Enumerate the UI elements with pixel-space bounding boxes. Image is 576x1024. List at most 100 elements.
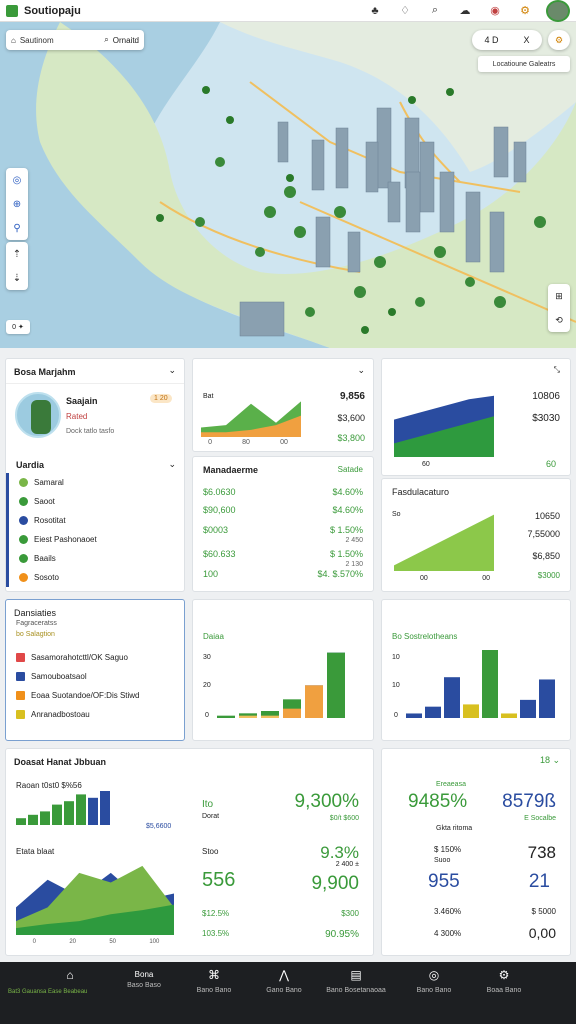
kpi-w-1: 3.460% [434, 907, 462, 916]
nav-item-home[interactable]: ⌂ [40, 969, 100, 986]
bar [40, 811, 50, 825]
app-logo-icon [6, 4, 18, 17]
list-item[interactable]: Sasamorahotcttl/OK Saguo [6, 648, 184, 667]
chevron-down-icon[interactable]: ⌄ [357, 365, 365, 376]
bar [283, 708, 301, 718]
map-left-controls[interactable]: ◎ ⊕ ⚲ [6, 168, 28, 240]
search-icon[interactable]: ⌕ [104, 35, 108, 45]
list-item[interactable]: Sosoto [9, 568, 184, 587]
metric-sub-1: $3,600 [337, 413, 365, 423]
city-map[interactable]: ⌂ Sautinom ⌕ Ornaitd 4 D X ⚙ Locatioune … [0, 22, 576, 348]
kpi-mid-2: Suoo [434, 857, 451, 864]
compass-icon[interactable]: ⊕ [13, 192, 21, 216]
summary-right-f: $300 [341, 909, 359, 918]
list-item[interactable]: Anranadbostoau [6, 705, 184, 724]
list-item[interactable]: Samouboatsaol [6, 667, 184, 686]
profile-tag: Rated [66, 412, 88, 421]
metric-sub-4: 2 130 [345, 561, 363, 568]
map-zoom-controls[interactable]: ⇡ ⇣ [6, 242, 28, 290]
settings-icon[interactable]: ⚙ [514, 1, 536, 21]
metric-sub-3: $3000 [537, 571, 560, 580]
nav-item-4[interactable]: ▤ Bano Bosetanaoaa [326, 969, 386, 996]
expand-icon[interactable]: ⊞ [555, 291, 563, 302]
summary-left-a: Ito [202, 799, 214, 810]
search-icon[interactable]: ⌕ [424, 1, 446, 21]
summary-section-label: Etata blaat [16, 847, 55, 856]
map-view-controls[interactable]: 4 D X [472, 30, 542, 50]
profile-badge: 1 20 [150, 394, 172, 403]
map-close-button[interactable]: X [523, 35, 529, 45]
summary-link[interactable]: $5,6600 [146, 823, 171, 830]
nav-item-6[interactable]: ⚙ Boaa Bano [474, 968, 534, 996]
bar [482, 650, 498, 718]
profile-items: Samaral Saoot Rosotitat Eiest Pashonaoet… [6, 473, 184, 587]
map-right-controls[interactable]: ⊞ ⟲ [548, 284, 570, 332]
metric-left-2: $90,600 [203, 505, 236, 515]
kpi-value-3: 955 [428, 871, 460, 892]
metric-value: 9,856 [339, 391, 365, 402]
bar-chart-2 [406, 650, 555, 718]
ytick: 20 [203, 682, 211, 689]
user-avatar[interactable] [546, 0, 570, 22]
map-3d-toggle[interactable]: 4 D [484, 35, 498, 45]
map-scale: 0 ✦ [6, 320, 30, 334]
nav-item-5[interactable]: ◎ Bano Bano [404, 969, 464, 996]
nav-item-1[interactable]: Bona Baso Baso [114, 970, 174, 991]
locate-icon[interactable]: ◎ [13, 168, 22, 192]
metric-value: 10806 [532, 391, 560, 402]
category-icon [16, 653, 25, 662]
summary-left-e: $12.5% [202, 909, 230, 918]
pin-icon[interactable]: ⚲ [13, 216, 20, 240]
nav-item-2[interactable]: ⌘ Bano Bano [184, 969, 244, 996]
chevron-down-icon[interactable]: ⌄ [168, 365, 176, 376]
category-icon [16, 691, 25, 700]
tree-icon[interactable]: ♣ [364, 1, 386, 21]
rotate-icon[interactable]: ⟲ [555, 315, 563, 326]
bar [239, 715, 257, 718]
nav-status: Bat3 Gauansa Ease Beabeau [8, 989, 88, 995]
layers-icon[interactable]: ◉ [484, 1, 506, 21]
kpi-dropdown[interactable]: 18 ⌄ [540, 755, 560, 766]
area-chart-ticks: 0 80 00 [208, 439, 288, 446]
map-search-bar[interactable]: ⌂ Sautinom ⌕ Ornaitd [6, 30, 144, 50]
bar [406, 713, 422, 718]
summary-bar-chart [16, 791, 110, 825]
summary-left-f: 103.5% [202, 929, 230, 938]
area-chart-card-1: Bat ⌄ 0 80 00 9,856 $3,600 $3,800 [192, 358, 374, 452]
zoom-in-icon[interactable]: ⇡ [13, 242, 21, 266]
map-search-action[interactable]: Ornaitd [113, 36, 139, 45]
list-item[interactable]: Rosotitat [9, 511, 184, 530]
map-location-banner[interactable]: Locatioune Galeatrs [478, 56, 570, 72]
status-dot-icon [19, 497, 28, 506]
profile-name: Saajain [66, 396, 98, 406]
map-search-input[interactable]: Sautinom [20, 36, 100, 45]
bar [444, 677, 460, 718]
metric-sub-2: 60 [545, 459, 556, 469]
list-item[interactable]: Eoaa Suotandoe/OF:Dis Stiwd [6, 686, 184, 705]
bar-chart-card-1: Daiaa 30 20 0 [192, 599, 374, 741]
bar-chart-2-title: Bo Sostrelotheans [392, 632, 458, 641]
bell-icon[interactable]: ♢ [394, 1, 416, 21]
bar [64, 801, 74, 825]
nav-item-3[interactable]: ⋀ Gano Bano [254, 969, 314, 996]
kpi-card: 18 ⌄ Ereaeasa 9485% 8579ß Gkta ritoma E … [381, 748, 571, 956]
metric-sub-2: $3,800 [337, 433, 365, 443]
ytick: 10 [392, 682, 400, 689]
settings-icon: ⚙ [498, 968, 510, 982]
cloud-icon[interactable]: ☁ [454, 1, 476, 21]
list-item[interactable]: Saoot [9, 492, 184, 511]
zoom-out-icon[interactable]: ⇣ [13, 266, 21, 290]
kpi-w-2: $ 5000 [531, 907, 556, 916]
section-chevron-icon[interactable]: ⌄ [168, 459, 176, 470]
kpi-x-1: 4 300% [434, 929, 462, 938]
list-card: Dansiaties Fagraceratss bo Salagtion Sas… [5, 599, 185, 741]
list-item[interactable]: Baails [9, 549, 184, 568]
collapse-icon[interactable]: ⤡ [554, 365, 560, 375]
list-item[interactable]: Eiest Pashonaoet [9, 530, 184, 549]
profile-card: Bosa Marjahm ⌄ Saajain 1 20 Rated Dock t… [5, 358, 185, 592]
metric-sub-2: $6,850 [532, 551, 560, 561]
list-item[interactable]: Samaral [9, 473, 184, 492]
map-alert-icon[interactable]: ⚙ [548, 30, 570, 50]
kpi-x-2: 0,00 [528, 925, 556, 941]
metrics-card: Manadaerme Satade $6.0630 $4.60% $90,600… [192, 456, 374, 592]
